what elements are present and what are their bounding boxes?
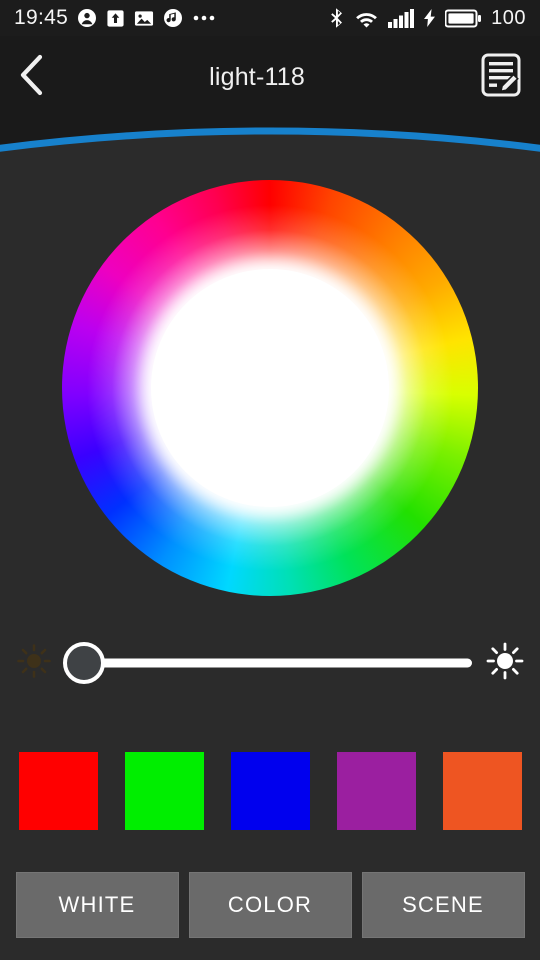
- tab-color[interactable]: COLOR: [188, 872, 352, 938]
- battery-icon: [445, 9, 482, 28]
- color-wheel-selector-handle[interactable]: [257, 377, 283, 403]
- preset-green[interactable]: [124, 752, 204, 830]
- app-screen: 19:45 100 light-118 WHITE COLOR SCENE: [0, 0, 540, 960]
- preset-purple[interactable]: [336, 752, 416, 830]
- preset-blue[interactable]: [230, 752, 310, 830]
- wifi-icon: [355, 9, 378, 28]
- edit-note-icon: [480, 52, 522, 103]
- charging-bolt-icon: [424, 9, 436, 27]
- app-bar: light-118: [0, 36, 540, 118]
- brightness-slider-track[interactable]: [90, 658, 472, 668]
- color-wheel-area: [0, 162, 540, 617]
- preset-orange[interactable]: [442, 752, 522, 830]
- tab-scene[interactable]: SCENE: [361, 872, 525, 938]
- brightness-slider[interactable]: [63, 632, 472, 694]
- signal-icon: [388, 8, 415, 28]
- music-icon: [163, 8, 183, 28]
- sun-dim-icon: [16, 643, 52, 684]
- brightness-slider-row: [0, 632, 540, 694]
- image-icon: [134, 9, 154, 28]
- mode-tabs: WHITE COLOR SCENE: [0, 872, 540, 938]
- back-chevron-icon: [18, 54, 44, 101]
- status-bar-left: 19:45: [14, 6, 216, 30]
- preset-color-swatches: [0, 752, 540, 830]
- blue-arc-divider: [0, 118, 540, 162]
- status-bar-right: 100: [329, 7, 526, 30]
- upload-icon: [106, 9, 125, 28]
- status-bar: 19:45 100: [0, 0, 540, 36]
- edit-button[interactable]: [462, 36, 540, 118]
- sun-bright-icon: [486, 642, 524, 685]
- battery-percent: 100: [491, 6, 526, 29]
- status-clock: 19:45: [14, 6, 69, 29]
- bottom-spacer: [0, 940, 540, 960]
- brightness-slider-thumb[interactable]: [63, 642, 105, 684]
- bluetooth-icon: [329, 7, 345, 29]
- tab-white[interactable]: WHITE: [15, 872, 179, 938]
- contact-icon: [77, 8, 97, 28]
- page-title: light-118: [209, 62, 305, 91]
- preset-red[interactable]: [18, 752, 98, 830]
- more-icon: [192, 14, 216, 22]
